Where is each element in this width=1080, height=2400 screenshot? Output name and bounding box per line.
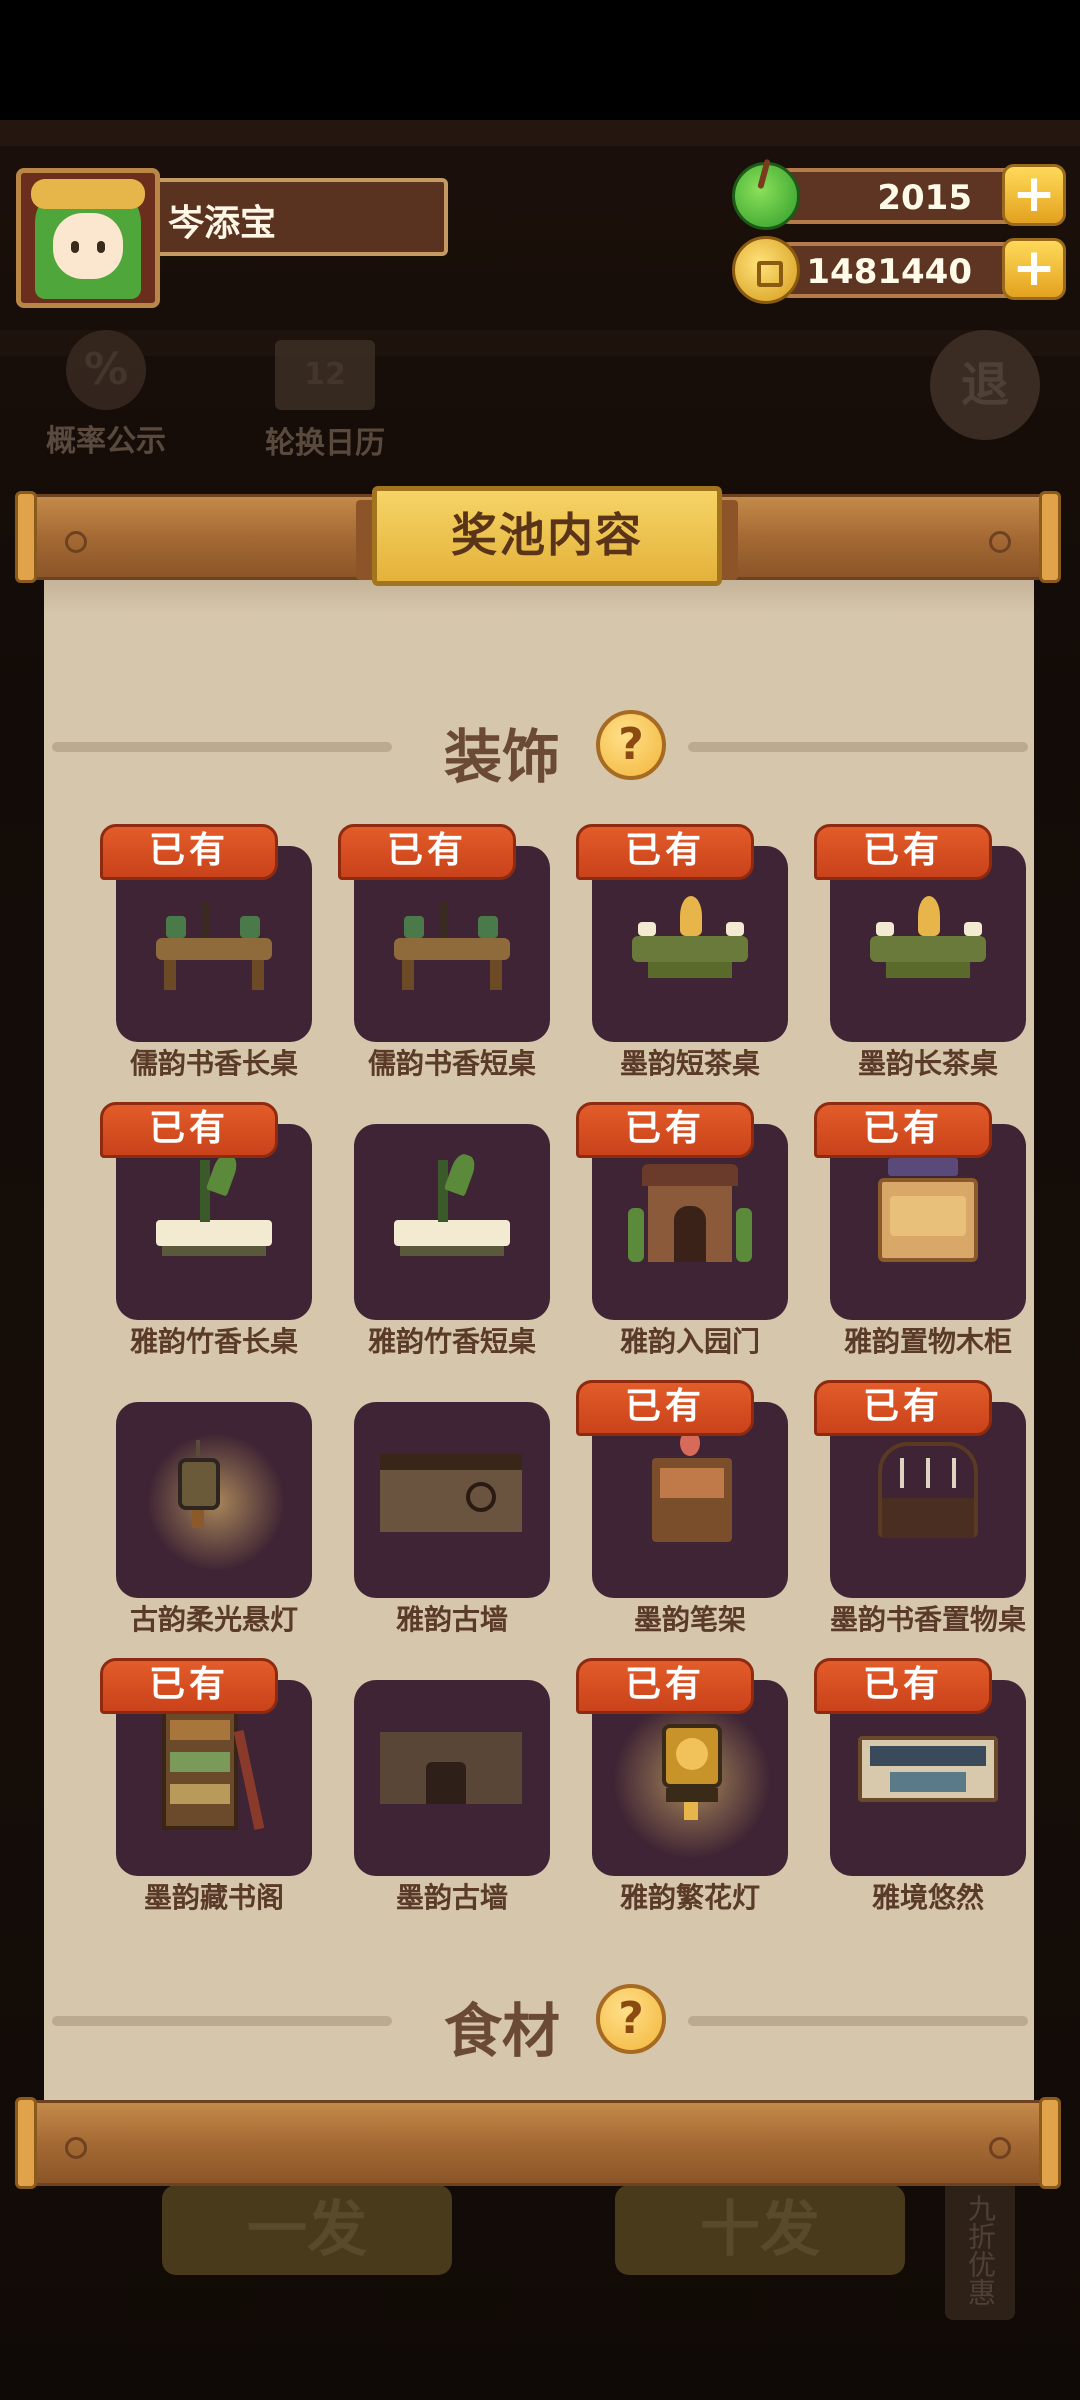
reward-item[interactable]: 已有雅韵竹香长桌 — [80, 1094, 318, 1372]
item-name: 墨韵书香置物桌 — [829, 1603, 1026, 1636]
owned-badge: 已有 — [576, 824, 754, 880]
item-name: 雅韵竹香短桌 — [367, 1325, 536, 1358]
percent-icon: % — [66, 330, 146, 410]
reward-item[interactable]: 已有墨韵书香置物桌 — [794, 1372, 1032, 1650]
help-icon[interactable]: ? — [596, 1984, 666, 2054]
coin-value: 1481440 — [806, 252, 972, 292]
avatar[interactable] — [16, 168, 160, 308]
item-name: 雅韵古墙 — [395, 1603, 508, 1636]
reward-item[interactable]: 已有雅韵入园门 — [556, 1094, 794, 1372]
item-icon-tile — [354, 1124, 550, 1320]
item-name: 墨韵短茶桌 — [619, 1047, 760, 1080]
item-name: 雅韵竹香长桌 — [129, 1325, 298, 1358]
reward-item[interactable]: 墨韵古墙 — [318, 1650, 556, 1928]
reward-item[interactable]: 已有墨韵长茶桌 — [794, 816, 1032, 1094]
reward-item[interactable]: 已有雅韵繁花灯 — [556, 1650, 794, 1928]
calendar-icon: 12 — [275, 340, 375, 410]
item-name: 墨韵古墙 — [395, 1881, 508, 1914]
add-jade-button[interactable]: + — [1002, 164, 1066, 226]
owned-badge: 已有 — [814, 1380, 992, 1436]
owned-badge: 已有 — [576, 1102, 754, 1158]
scroll-bottom-roller — [15, 2097, 1061, 2189]
item-name: 雅韵繁花灯 — [619, 1881, 760, 1914]
section-header-food: 食材 ? — [44, 1978, 1034, 2065]
owned-badge: 已有 — [814, 824, 992, 880]
section-title: 装饰 — [444, 723, 561, 791]
item-icon-tile — [354, 1680, 550, 1876]
prize-pool-panel[interactable]: 装饰 ? 已有 儒韵书香长桌 已有 儒韵书香短桌 已有 墨韵短茶桌 已有 墨韵长茶桌 已有 雅韵竹… — [44, 570, 1034, 2105]
reward-item[interactable]: 雅韵古墙 — [318, 1372, 556, 1650]
exit-button: 退 — [930, 330, 1040, 440]
player-name: 岑添宝 — [168, 203, 277, 244]
reward-item[interactable]: 已有墨韵短茶桌 — [556, 816, 794, 1094]
calendar-label: 轮换日历 — [265, 426, 385, 461]
owned-badge: 已有 — [576, 1380, 754, 1436]
item-name: 儒韵书香长桌 — [129, 1047, 298, 1080]
item-icon-tile — [116, 1402, 312, 1598]
jade-icon — [732, 162, 800, 230]
section-header-decor: 装饰 ? — [44, 704, 1034, 791]
jade-value: 2015 — [877, 178, 972, 218]
owned-badge: 已有 — [100, 1658, 278, 1714]
item-name: 雅境悠然 — [871, 1881, 984, 1914]
probability-label: 概率公示 — [46, 424, 166, 459]
item-name: 儒韵书香短桌 — [367, 1047, 536, 1080]
add-coins-button[interactable]: + — [1002, 238, 1066, 300]
reward-item[interactable]: 已有雅境悠然 — [794, 1650, 1032, 1928]
reward-item[interactable]: 已有儒韵书香长桌 — [80, 816, 318, 1094]
item-name: 雅韵置物木柜 — [843, 1325, 1012, 1358]
reward-item[interactable]: 已有墨韵藏书阁 — [80, 1650, 318, 1928]
discount-tag: 九折优惠 — [945, 2180, 1015, 2320]
reward-item[interactable]: 已有雅韵置物木柜 — [794, 1094, 1032, 1372]
owned-badge: 已有 — [100, 824, 278, 880]
item-name: 古韵柔光悬灯 — [129, 1603, 298, 1636]
item-name: 墨韵藏书阁 — [143, 1881, 284, 1914]
draw-ten-button: 十发 — [615, 2185, 905, 2275]
owned-badge: 已有 — [338, 824, 516, 880]
reward-item[interactable]: 已有儒韵书香短桌 — [318, 816, 556, 1094]
section-title: 食材 — [444, 1997, 561, 2065]
reward-item[interactable]: 雅韵竹香短桌 — [318, 1094, 556, 1372]
probability-shortcut: % 概率公示 — [36, 330, 176, 460]
owned-badge: 已有 — [814, 1102, 992, 1158]
help-icon[interactable]: ? — [596, 710, 666, 780]
player-name-plate: 岑添宝 — [150, 178, 448, 256]
coin-icon — [732, 236, 800, 304]
owned-badge: 已有 — [576, 1658, 754, 1714]
item-icon-tile — [354, 1402, 550, 1598]
item-name: 雅韵入园门 — [619, 1325, 760, 1358]
item-name: 墨韵长茶桌 — [857, 1047, 998, 1080]
reward-item[interactable]: 古韵柔光悬灯 — [80, 1372, 318, 1650]
draw-one-button: 一发 — [162, 2185, 452, 2275]
reward-item[interactable]: 已有墨韵笔架 — [556, 1372, 794, 1650]
owned-badge: 已有 — [814, 1658, 992, 1714]
owned-badge: 已有 — [100, 1102, 278, 1158]
item-name: 墨韵笔架 — [633, 1603, 746, 1636]
panel-title: 奖池内容 — [372, 486, 722, 586]
calendar-shortcut: 12 轮换日历 — [255, 340, 395, 462]
